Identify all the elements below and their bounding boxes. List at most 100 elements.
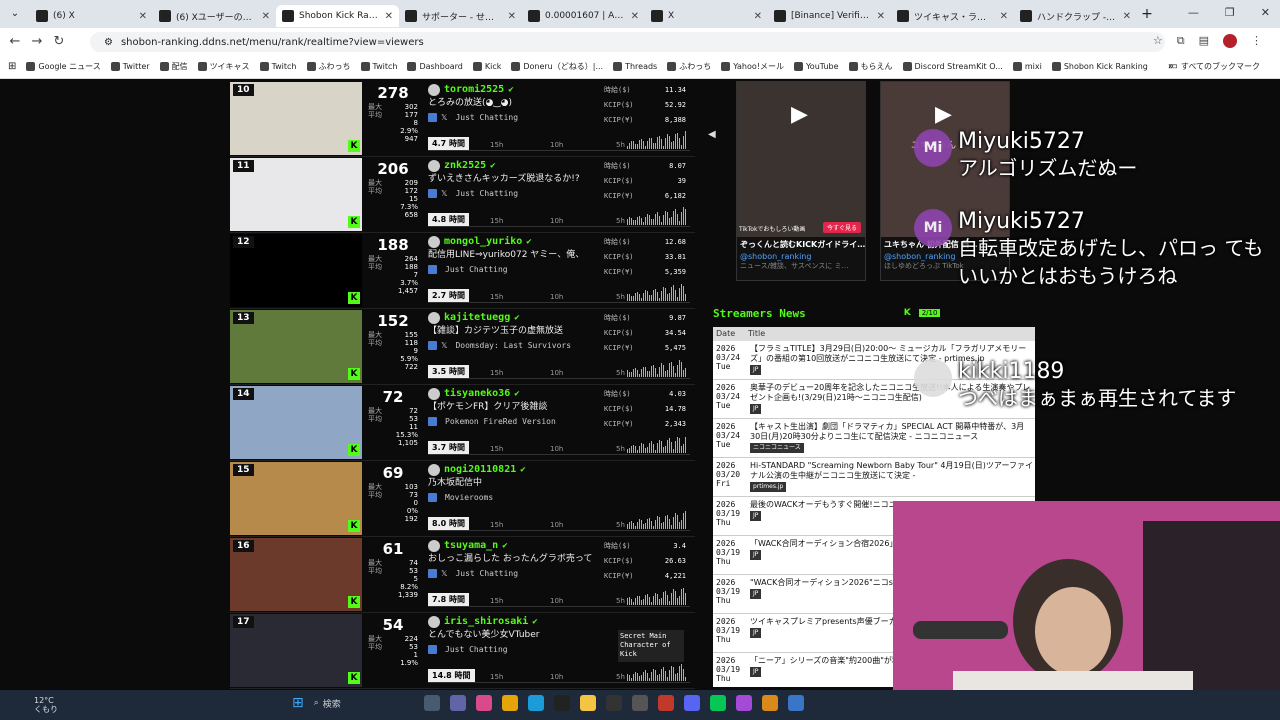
bookmark-item[interactable]: もらえん — [848, 61, 893, 72]
tab-close-icon[interactable]: ✕ — [631, 11, 639, 22]
tab-search-button[interactable]: ⌄ — [4, 3, 26, 25]
tab-close-icon[interactable]: ✕ — [508, 11, 516, 22]
streamer-name-row[interactable]: iris_shirosaki ✔ — [428, 615, 690, 628]
news-row[interactable]: 2026 03/20 Fri Hi-STANDARD "Screaming Newbo… — [713, 458, 1035, 497]
tab-close-icon[interactable]: ✕ — [139, 11, 147, 22]
steam-icon[interactable] — [553, 695, 570, 711]
discord-icon[interactable] — [683, 695, 700, 711]
tab-close-icon[interactable]: ✕ — [877, 11, 885, 22]
stream-thumbnail[interactable]: 10 K — [230, 82, 362, 155]
streamer-name[interactable]: tsuyama_n — [444, 540, 498, 551]
app4-icon[interactable] — [787, 695, 804, 711]
stream-thumbnail[interactable]: 16 K — [230, 538, 362, 611]
taskbar-search[interactable]: ⌕ 検索 — [314, 697, 414, 710]
reload-icon[interactable]: ↻ — [48, 34, 70, 49]
bookmark-item[interactable]: ツイキャス — [197, 61, 250, 72]
bookmark-item[interactable]: Kick — [472, 61, 501, 72]
x-social-icon[interactable]: 𝕏 — [441, 569, 447, 578]
streamer-row[interactable]: 10 K 278 最大 302 平均 177 8 2.9% 947 toromi2525 ✔ とろみの放… — [230, 81, 695, 157]
streamer-name[interactable]: iris_shirosaki — [444, 616, 528, 627]
streamer-name[interactable]: nogi20110821 — [444, 464, 516, 475]
bookmark-item[interactable]: Doneru（どねる）|... — [511, 61, 603, 72]
tab-close-icon[interactable]: ✕ — [1000, 11, 1008, 22]
copilot-icon[interactable] — [475, 695, 492, 711]
tab-8[interactable]: ハンドクラップ - Google ✕ — [1014, 5, 1137, 27]
record-icon[interactable] — [657, 695, 674, 711]
stream-thumbnail[interactable]: 13 K — [230, 310, 362, 383]
profile-avatar[interactable] — [1223, 34, 1237, 48]
edge-icon[interactable] — [527, 695, 544, 711]
stream-thumbnail[interactable]: 11 K — [230, 158, 362, 231]
bookmark-item[interactable]: Google ニュース — [26, 61, 101, 72]
bookmark-item[interactable]: Twitter — [110, 61, 150, 72]
x-social-icon[interactable]: 𝕏 — [441, 113, 447, 122]
ad-overlay[interactable]: Secret Main Character of Kick — [618, 630, 684, 662]
streamer-name[interactable]: tisyaneko36 — [444, 388, 510, 399]
streamer-row[interactable]: 13 K 152 最大 155 平均 118 9 5.9% 722 kajitetuegg ✔ 【雑談】… — [230, 309, 695, 385]
cast-icon[interactable]: ▤ — [1199, 34, 1209, 48]
bookmark-item[interactable]: ふわっち — [667, 61, 711, 72]
stream-thumbnail[interactable]: 17 K — [230, 614, 362, 687]
bookmark-item[interactable]: YouTube — [793, 61, 839, 72]
apps-grid-icon[interactable]: ⊞ — [8, 61, 16, 72]
streamer-row[interactable]: 11 K 206 最大 209 平均 172 15 7.3% 658 znk2525 ✔ ずいえきさんキ… — [230, 157, 695, 233]
task-view-icon[interactable] — [423, 695, 440, 711]
forward-icon[interactable]: → — [26, 34, 48, 49]
chrome-icon[interactable] — [501, 695, 518, 711]
bookmarks-overflow-icon[interactable]: » — [1168, 61, 1174, 72]
carousel-prev-icon[interactable]: ◀ — [708, 129, 716, 140]
stream-thumbnail[interactable]: 14 K — [230, 386, 362, 459]
back-icon[interactable]: ← — [4, 34, 26, 49]
promo-button[interactable]: 今すぐ見る — [822, 222, 861, 233]
app3-icon[interactable] — [761, 695, 778, 711]
site-info-icon[interactable]: ⚙ — [104, 37, 113, 48]
obs-icon[interactable] — [605, 695, 622, 711]
tab-7[interactable]: ツイキャス・ライブでつな ✕ — [891, 5, 1014, 27]
video-channel[interactable]: @shobon_ranking — [737, 252, 865, 261]
maximize-icon[interactable]: ❐ — [1225, 6, 1235, 19]
streamer-name-row[interactable]: nogi20110821 ✔ — [428, 463, 690, 476]
news-title[interactable]: Hi-STANDARD "Screaming Newborn Baby Tour… — [750, 461, 1033, 481]
stream-thumbnail[interactable]: 15 K — [230, 462, 362, 535]
play-icon[interactable]: ▶ — [791, 102, 808, 127]
app-icon[interactable] — [631, 695, 648, 711]
app2-icon[interactable] — [735, 695, 752, 711]
streamer-row[interactable]: 12 K 188 最大 264 平均 188 7 3.7% 1,457 mongol_yuriko ✔… — [230, 233, 695, 309]
video-card[interactable]: ▶ TikTokでおもしろい動画 今すぐ見る ぞっくんと読むKICKガイドライ… @sh… — [736, 81, 866, 281]
tab-close-icon[interactable]: ✕ — [385, 11, 393, 22]
bookmark-item[interactable]: Yahoo!メール — [721, 61, 784, 72]
bookmark-star-icon[interactable]: ☆ — [1153, 34, 1163, 48]
streamer-row[interactable]: 16 K 61 最大 74 平均 53 5 8.2% 1,339 tsuyama_n ✔ おしっこ漏らし… — [230, 537, 695, 613]
streamer-row[interactable]: 15 K 69 最大 103 平均 73 0 0% 192 nogi20110821 ✔ 乃木坂配信中 M… — [230, 461, 695, 537]
streamer-name[interactable]: kajitetuegg — [444, 312, 510, 323]
tab-0[interactable]: (6) X ✕ — [30, 5, 153, 27]
bookmark-item[interactable]: Twitch — [259, 61, 297, 72]
tab-2[interactable]: Shobon Kick Ranking ✕ — [276, 5, 399, 27]
tab-close-icon[interactable]: ✕ — [262, 11, 270, 22]
tab-6[interactable]: [Binance] Verification ✕ — [768, 5, 891, 27]
url-field[interactable]: ⚙ shobon-ranking.ddns.net/menu/rank/real… — [90, 32, 1165, 52]
bookmark-item[interactable]: ふわっち — [306, 61, 351, 72]
tab-5[interactable]: X ✕ — [645, 5, 768, 27]
bookmark-item[interactable]: Discord StreamKit O... — [902, 61, 1003, 72]
windows-start-icon[interactable]: ⊞ — [292, 695, 304, 711]
bookmark-item[interactable]: Shobon Kick Ranking — [1051, 61, 1148, 72]
streamer-name[interactable]: mongol_yuriko — [444, 236, 522, 247]
weather-widget[interactable]: 12°C くもり — [34, 696, 58, 714]
bookmark-item[interactable]: 配信 — [159, 61, 188, 72]
stream-thumbnail[interactable]: 12 K — [230, 234, 362, 307]
explorer-icon[interactable] — [579, 695, 596, 711]
all-bookmarks-folder[interactable]: ▭ すべてのブックマーク — [1168, 61, 1260, 72]
tab-3[interactable]: サポーター - せんちょさん ✕ — [399, 5, 522, 27]
teams-icon[interactable] — [449, 695, 466, 711]
tab-4[interactable]: 0.00001607 | AXS BTC ✕ — [522, 5, 645, 27]
streamer-name[interactable]: znk2525 — [444, 160, 486, 171]
bookmark-item[interactable]: Threads — [613, 61, 657, 72]
tab-close-icon[interactable]: ✕ — [1123, 11, 1131, 22]
x-social-icon[interactable]: 𝕏 — [441, 189, 447, 198]
close-window-icon[interactable]: ✕ — [1261, 6, 1270, 19]
bookmark-item[interactable]: mixi — [1012, 61, 1042, 72]
streamer-name[interactable]: toromi2525 — [444, 84, 504, 95]
extensions-icon[interactable]: ⧉ — [1177, 34, 1185, 48]
streamer-row[interactable]: 14 K 72 最大 72 平均 53 11 15.3% 1,105 tisyaneko36 ✔ 【ポケ… — [230, 385, 695, 461]
